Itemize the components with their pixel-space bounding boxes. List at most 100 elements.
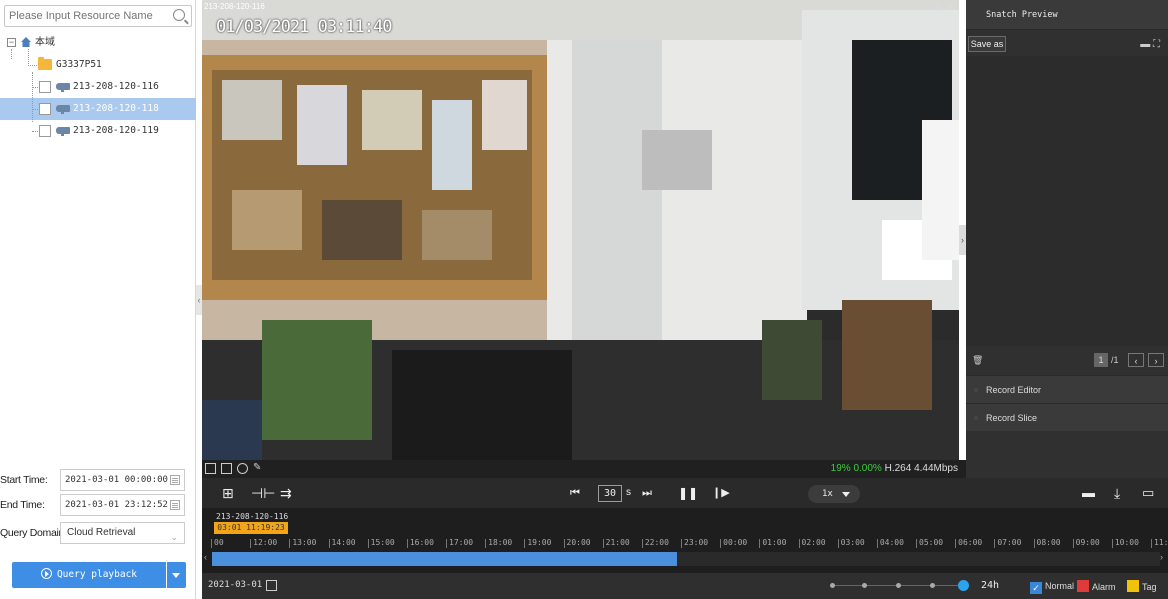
- search-icon[interactable]: [173, 9, 185, 21]
- legend-alarm[interactable]: Alarm: [1077, 580, 1116, 592]
- speed-dropdown[interactable]: 1x: [808, 485, 860, 503]
- query-domain-select[interactable]: Cloud Retrieval ⌄: [60, 522, 185, 544]
- timeline-tick: 14:00: [328, 538, 356, 548]
- timeline-ticks: 00 12:00 13:00 14:00 15:00 16:00 17:00 18:00 19:…: [202, 538, 1168, 550]
- timeline-prev-icon[interactable]: ‹: [204, 552, 207, 562]
- skip-forward-icon[interactable]: ⏭: [642, 485, 652, 501]
- zoom-in-icon[interactable]: [237, 463, 248, 474]
- camera-checkbox[interactable]: [39, 81, 51, 93]
- zoom-slider-handle[interactable]: [958, 580, 969, 591]
- frame-step-icon[interactable]: ❙▶: [712, 485, 730, 501]
- calendar-icon[interactable]: [266, 580, 277, 591]
- timeline-track[interactable]: [212, 552, 1160, 566]
- snatch-preview-header[interactable]: Snatch Preview: [966, 0, 1168, 30]
- calendar-icon[interactable]: [170, 475, 180, 485]
- timeline-tick: 03:00: [837, 538, 865, 548]
- timeline-tick: 05:00: [915, 538, 944, 548]
- video-osd-timestamp: 01/03/2021 03:11:40: [216, 17, 392, 37]
- timeline-tick: 20:00: [563, 538, 591, 548]
- start-time-field[interactable]: 2021-03-01 00:00:00: [60, 469, 185, 491]
- save-as-button[interactable]: Save as: [968, 36, 1006, 52]
- timeline-tick: 21:00: [602, 538, 630, 548]
- record-editor-section[interactable]: Record Editor: [966, 375, 1168, 403]
- query-playback-button[interactable]: Query playback: [12, 562, 166, 588]
- download-icon[interactable]: ⤓: [1114, 485, 1120, 501]
- resource-search[interactable]: [4, 5, 192, 27]
- close-icon[interactable]: ✕: [946, 3, 954, 14]
- skip-back-icon[interactable]: ⏮: [570, 485, 580, 501]
- zoom-step[interactable]: [896, 583, 901, 588]
- tool-icon[interactable]: ✎: [253, 463, 264, 474]
- legend-normal[interactable]: ✓ Normal: [1030, 580, 1075, 594]
- camera-checkbox[interactable]: [39, 125, 51, 137]
- delete-icon[interactable]: 🗑: [972, 353, 983, 367]
- snatch-preview-area: [966, 56, 1168, 346]
- query-options-dropdown[interactable]: [167, 562, 186, 588]
- collapse-icon[interactable]: −: [7, 38, 16, 47]
- stream-percent: 19%: [830, 463, 851, 474]
- zoom-step[interactable]: [830, 583, 835, 588]
- tree-connector: [32, 87, 38, 88]
- legend-normal-label: Normal: [1045, 581, 1075, 591]
- checkbox-checked-icon[interactable]: ✓: [1030, 582, 1042, 594]
- tree-camera-item[interactable]: 213-208-120-119: [0, 120, 196, 142]
- calendar-icon[interactable]: [170, 500, 180, 510]
- snapshot-icon[interactable]: [205, 463, 216, 474]
- search-input[interactable]: [5, 6, 165, 26]
- tag-swatch[interactable]: [1127, 580, 1139, 592]
- recorded-segment[interactable]: [212, 552, 677, 566]
- tree-root-label: 本域: [35, 37, 55, 48]
- timeline[interactable]: 213-208-120-116 03:01 11:19:23 00 12:00 13…: [202, 508, 1168, 573]
- video-view[interactable]: 213-208-120-116 01/03/2021 03:11:40 ⧉ ✕: [202, 0, 959, 460]
- end-time-row: End Time: 2021-03-01 23:12:52: [0, 494, 196, 516]
- stream-loss: 0.00%: [853, 463, 882, 474]
- camera-icon: [56, 83, 70, 92]
- layout-grid-icon[interactable]: ⊞: [222, 485, 234, 501]
- fullscreen-icon[interactable]: ⛶: [1153, 39, 1160, 50]
- restore-icon[interactable]: ⧉: [936, 3, 943, 14]
- zoom-step[interactable]: [862, 583, 867, 588]
- record-slice-section[interactable]: Record Slice: [966, 403, 1168, 431]
- folder-icon: [38, 57, 52, 70]
- legend-tag[interactable]: Tag: [1127, 580, 1157, 592]
- tree-connector: [28, 49, 29, 66]
- clip-icon[interactable]: ⊣⊢: [251, 485, 275, 501]
- prev-page-button[interactable]: ‹: [1128, 353, 1144, 367]
- timeline-tick: 00: [211, 538, 224, 548]
- camera-checkbox[interactable]: [39, 103, 51, 115]
- record-slice-label: Record Slice: [986, 413, 1038, 423]
- alarm-swatch[interactable]: [1077, 580, 1089, 592]
- folder-icon[interactable]: ▬: [1082, 485, 1095, 501]
- timeline-tick: 23:00: [680, 538, 709, 548]
- tree-connector: [28, 65, 37, 66]
- screen-icon[interactable]: ▭: [1142, 485, 1154, 501]
- tree-root[interactable]: − 本域: [0, 32, 196, 54]
- sync-icon[interactable]: ⇉: [280, 485, 292, 501]
- snatch-pagination: 🗑 1 /1 ‹ ›: [966, 350, 1168, 372]
- timeline-tick: 17:00: [445, 538, 474, 548]
- tree-camera-item-selected[interactable]: 213-208-120-118: [0, 98, 196, 120]
- snatch-preview-panel: Snatch Preview Save as ▬ ⛶ 🗑 1 /1 ‹ › Re…: [966, 0, 1168, 478]
- folder-icon[interactable]: ▬: [1140, 39, 1150, 50]
- step-interval-input[interactable]: 30: [598, 485, 622, 502]
- timeline-tick: 12:00: [250, 538, 278, 548]
- step-unit: s: [626, 487, 631, 498]
- timeline-next-icon[interactable]: ›: [1160, 552, 1163, 562]
- play-circle-icon: [40, 568, 52, 579]
- timeline-footer: 2021-03-01 24h ✓ Normal Alarm Tag: [202, 573, 1168, 599]
- next-page-button[interactable]: ›: [1148, 353, 1164, 367]
- timeline-tick: 13:00: [289, 538, 317, 548]
- collapse-right-panel-handle[interactable]: ›: [959, 225, 966, 255]
- snatch-tools: ▬ ⛶: [1140, 39, 1160, 50]
- camera-label: 213-208-120-116: [73, 81, 159, 92]
- tree-camera-item[interactable]: 213-208-120-116: [0, 76, 196, 98]
- pause-icon[interactable]: ❚❚: [678, 485, 698, 501]
- zoom-step[interactable]: [930, 583, 935, 588]
- record-icon[interactable]: [221, 463, 232, 474]
- speed-value: 1x: [822, 489, 833, 499]
- end-time-field[interactable]: 2021-03-01 23:12:52: [60, 494, 185, 516]
- timeline-date[interactable]: 2021-03-01: [208, 580, 262, 590]
- step-value: 30: [603, 488, 617, 499]
- query-playback-label: Query playback: [56, 569, 138, 580]
- timeline-tick: 22:00: [641, 538, 669, 548]
